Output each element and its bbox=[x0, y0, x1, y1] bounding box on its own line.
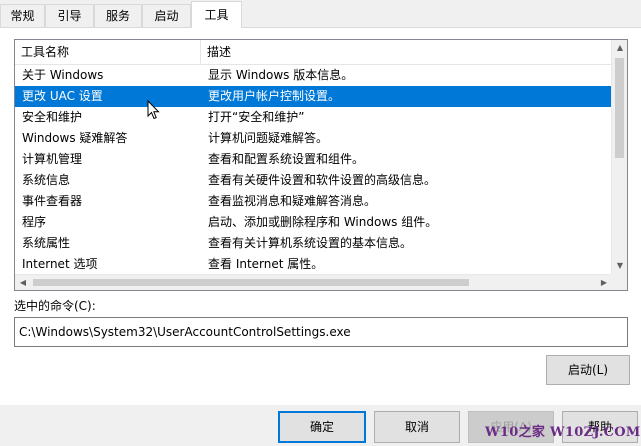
launch-button[interactable]: 启动(L) bbox=[546, 355, 630, 385]
horizontal-scrollbar[interactable]: ◀ ▶ bbox=[15, 274, 612, 290]
tab-label: 服务 bbox=[105, 9, 130, 23]
scroll-left-arrow-icon[interactable]: ◀ bbox=[15, 275, 31, 290]
horizontal-scroll-thumb[interactable] bbox=[33, 279, 469, 286]
tab-label: 工具 bbox=[204, 8, 229, 22]
tool-name-cell: 关于 Windows bbox=[22, 68, 104, 82]
tool-description-cell: 计算机问题疑难解答。 bbox=[208, 131, 329, 145]
cancel-button[interactable]: 取消 bbox=[374, 411, 460, 443]
tool-description-cell: 查看有关硬件设置和软件设置的高级信息。 bbox=[208, 173, 437, 187]
tool-name-cell: 更改 UAC 设置 bbox=[22, 89, 103, 103]
scroll-right-arrow-icon[interactable]: ▶ bbox=[596, 275, 612, 290]
column-header-tool-name[interactable]: 工具名称 bbox=[15, 40, 201, 64]
table-row[interactable]: 计算机管理 查看和配置系统设置和组件。 bbox=[15, 149, 612, 170]
tool-name-cell: 系统信息 bbox=[22, 173, 71, 187]
tool-description-cell: 查看和配置系统设置和组件。 bbox=[208, 152, 365, 166]
tools-list[interactable]: 工具名称 描述 关于 Windows 显示 Windows 版本信息。更改 UAC… bbox=[14, 39, 628, 291]
table-row[interactable]: 安全和维护 打开“安全和维护” bbox=[15, 107, 612, 128]
tool-description-cell: 查看 Internet 属性。 bbox=[208, 257, 324, 271]
column-header-description[interactable]: 描述 bbox=[201, 40, 612, 64]
vertical-scroll-thumb[interactable] bbox=[615, 58, 624, 158]
site-watermark: W10之家 W10ZJ.COM bbox=[485, 425, 641, 440]
selected-command-label: 选中的命令(C): bbox=[14, 299, 96, 313]
tab-general[interactable]: 常规 bbox=[0, 4, 45, 27]
scroll-up-arrow-icon[interactable]: ▲ bbox=[612, 40, 627, 56]
tab-startup[interactable]: 启动 bbox=[142, 4, 191, 27]
selected-command-field[interactable]: C:\Windows\System32\UserAccountControlSe… bbox=[14, 317, 628, 347]
tool-description-cell: 查看监视消息和疑难解答消息。 bbox=[208, 194, 377, 208]
table-row[interactable]: 系统信息 查看有关硬件设置和软件设置的高级信息。 bbox=[15, 170, 612, 191]
tool-description-cell: 更改用户帐户控制设置。 bbox=[208, 89, 341, 103]
tool-name-cell: 系统属性 bbox=[22, 236, 71, 250]
scrollbar-corner bbox=[611, 274, 627, 290]
scroll-down-arrow-icon[interactable]: ▼ bbox=[612, 258, 627, 274]
tool-name-cell: 安全和维护 bbox=[22, 110, 83, 124]
tool-description-cell: 查看有关计算机系统设置的基本信息。 bbox=[208, 236, 413, 250]
table-row[interactable]: 系统属性 查看有关计算机系统设置的基本信息。 bbox=[15, 233, 612, 254]
list-header: 工具名称 描述 bbox=[15, 40, 612, 65]
mouse-cursor-icon bbox=[147, 100, 160, 120]
tool-name-cell: Internet 选项 bbox=[22, 257, 98, 271]
tab-tools[interactable]: 工具 bbox=[191, 1, 242, 28]
tab-services[interactable]: 服务 bbox=[94, 4, 142, 27]
tool-description-cell: 启动、添加或删除程序和 Windows 组件。 bbox=[208, 215, 438, 229]
table-row[interactable]: Windows 疑难解答 计算机问题疑难解答。 bbox=[15, 128, 612, 149]
tab-label: 启动 bbox=[154, 9, 179, 23]
tab-boot[interactable]: 引导 bbox=[45, 4, 94, 27]
ok-button[interactable]: 确定 bbox=[278, 411, 366, 443]
tool-description-cell: 显示 Windows 版本信息。 bbox=[208, 68, 354, 82]
tool-name-cell: Windows 疑难解答 bbox=[22, 131, 128, 145]
tool-name-cell: 事件查看器 bbox=[22, 194, 83, 208]
list-rows: 关于 Windows 显示 Windows 版本信息。更改 UAC 设置 更改用户帐… bbox=[15, 65, 612, 275]
tab-strip: 常规 引导 服务 启动 工具 bbox=[0, 0, 641, 28]
table-row[interactable]: Internet 选项 查看 Internet 属性。 bbox=[15, 254, 612, 275]
table-row[interactable]: 事件查看器 查看监视消息和疑难解答消息。 bbox=[15, 191, 612, 212]
vertical-scrollbar[interactable]: ▲ ▼ bbox=[611, 40, 627, 274]
table-row[interactable]: 更改 UAC 设置 更改用户帐户控制设置。 bbox=[15, 86, 612, 107]
table-row[interactable]: 程序 启动、添加或删除程序和 Windows 组件。 bbox=[15, 212, 612, 233]
tool-name-cell: 程序 bbox=[22, 215, 47, 229]
tool-name-cell: 计算机管理 bbox=[22, 152, 83, 166]
tab-label: 常规 bbox=[10, 9, 35, 23]
tab-label: 引导 bbox=[57, 9, 82, 23]
table-row[interactable]: 关于 Windows 显示 Windows 版本信息。 bbox=[15, 65, 612, 86]
tool-description-cell: 打开“安全和维护” bbox=[208, 110, 305, 124]
